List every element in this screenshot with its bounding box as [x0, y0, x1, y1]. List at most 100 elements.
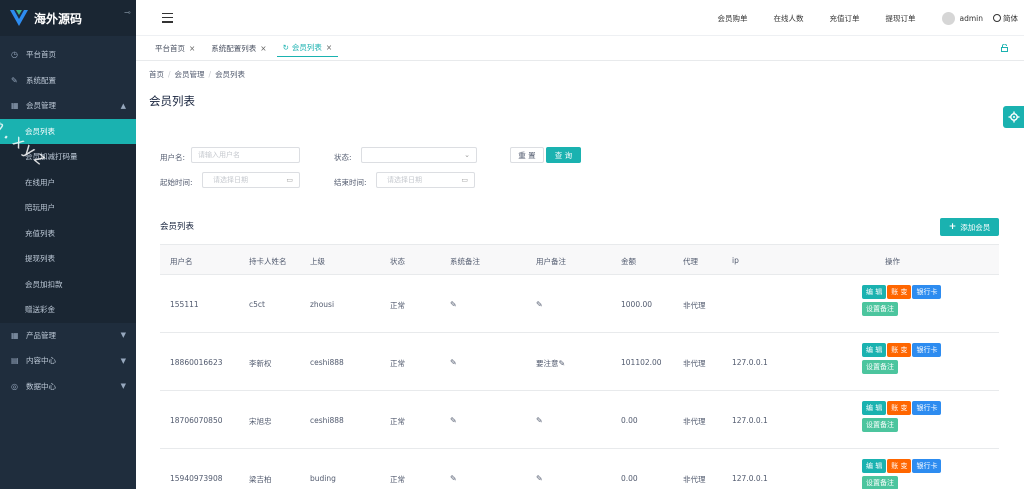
- lock-icon[interactable]: [1001, 43, 1008, 52]
- edit-button[interactable]: 编 辑: [862, 343, 887, 357]
- sidebar: 海外源码 ⊸ ◷ 平台首页 ✎ 系统配置 ▦ 会员管理 ▲ 会员列表 会员加减打…: [0, 0, 136, 489]
- cell-ip: 127.0.0.1: [732, 358, 768, 367]
- main-content: 首页 / 会员管理 / 会员列表 会员列表 用户名: 请输入用户名 状态: ⌄ 重 置 …: [136, 61, 1024, 489]
- breadcrumb-home[interactable]: 首页: [149, 70, 164, 79]
- sidebar-subitem-member-list[interactable]: 会员列表: [0, 118, 136, 144]
- tab-home[interactable]: 平台首页 ×: [149, 40, 201, 57]
- cell-amount: 0.00: [621, 474, 638, 483]
- close-icon[interactable]: ×: [260, 44, 266, 53]
- bank-card-button[interactable]: 银行卡: [912, 285, 942, 299]
- start-date-picker[interactable]: 请选择日期 ▭: [202, 172, 300, 188]
- logo[interactable]: 海外源码: [0, 0, 136, 36]
- header-link-member-orders[interactable]: 会员购单: [718, 13, 748, 24]
- cell-parent: buding: [310, 474, 336, 483]
- cell-parent: ceshi888: [310, 416, 344, 425]
- sidebar-item-content[interactable]: ▤ 内容中心 ▼: [0, 348, 136, 374]
- add-member-label: 添加会员: [960, 222, 991, 232]
- header-link-withdraw-orders[interactable]: 提现订单: [886, 13, 916, 24]
- row-actions: 编 辑账 变银行卡设置备注: [862, 459, 972, 489]
- clock-icon: ◷: [11, 50, 18, 60]
- set-note-button[interactable]: 设置备注: [862, 418, 898, 432]
- edit-system-note-icon[interactable]: ✎: [450, 416, 457, 425]
- edit-user-note-icon[interactable]: ✎: [536, 474, 543, 483]
- add-member-button[interactable]: + 添加会员: [940, 218, 999, 236]
- sidebar-item-label: 内容中心: [26, 356, 56, 366]
- sidebar-item-products[interactable]: ▦ 产品管理 ▼: [0, 323, 136, 349]
- set-note-button[interactable]: 设置备注: [862, 476, 898, 489]
- close-icon[interactable]: ×: [189, 44, 195, 53]
- header-link-online-count[interactable]: 在线人数: [774, 13, 804, 24]
- edit-button[interactable]: 编 辑: [862, 285, 887, 299]
- sidebar-item-label: 数据中心: [26, 381, 56, 391]
- account-change-button[interactable]: 账 变: [887, 343, 912, 357]
- edit-user-note-icon[interactable]: ✎: [536, 300, 543, 309]
- cell-username: 18706070850: [170, 416, 223, 425]
- breadcrumb-member-management[interactable]: 会员管理: [175, 70, 205, 79]
- col-agent: 代理: [683, 257, 698, 266]
- edit-user-note-icon[interactable]: ✎: [536, 416, 543, 425]
- bank-card-button[interactable]: 银行卡: [912, 343, 942, 357]
- set-note-button[interactable]: 设置备注: [862, 302, 898, 316]
- refresh-icon[interactable]: ↻: [283, 43, 289, 52]
- edit-system-note-icon[interactable]: ✎: [450, 474, 457, 483]
- cell-status: 正常: [390, 475, 405, 484]
- tab-system-config[interactable]: 系统配置列表 ×: [205, 40, 272, 57]
- cell-agent: 非代理: [683, 359, 706, 368]
- menu-toggle-icon[interactable]: [162, 12, 173, 23]
- calendar-icon: ▭: [461, 176, 468, 184]
- chevron-down-icon: ▼: [120, 382, 126, 391]
- account-change-button[interactable]: 账 变: [887, 285, 912, 299]
- table-row: 18860016623 李新权 ceshi888 正常 ✎ 要注意✎ 10110…: [160, 333, 999, 391]
- account-change-button[interactable]: 账 变: [887, 459, 912, 473]
- close-icon[interactable]: ×: [326, 43, 332, 52]
- bank-card-button[interactable]: 银行卡: [912, 401, 942, 415]
- cell-parent: zhousi: [310, 300, 335, 309]
- language-switch[interactable]: 简体: [993, 13, 1018, 24]
- sidebar-item-data[interactable]: ◎ 数据中心 ▼: [0, 374, 136, 400]
- row-actions: 编 辑账 变银行卡 设置备注: [862, 285, 972, 319]
- cell-cardholder: 梁吉柏: [249, 475, 272, 484]
- status-select[interactable]: ⌄: [361, 147, 477, 163]
- breadcrumb: 首页 / 会员管理 / 会员列表: [149, 70, 246, 79]
- sidebar-subitem-bet-adjust[interactable]: 会员加减打码量: [0, 144, 136, 170]
- cell-user-note: 要注意✎: [536, 358, 565, 369]
- sidebar-subitem-companion-users[interactable]: 陪玩用户: [0, 195, 136, 221]
- set-note-button[interactable]: 设置备注: [862, 360, 898, 374]
- edit-button[interactable]: 编 辑: [862, 459, 887, 473]
- edit-button[interactable]: 编 辑: [862, 401, 887, 415]
- edit-user-note-icon[interactable]: ✎: [559, 359, 566, 368]
- sidebar-subitem-balance-adjust[interactable]: 会员加扣款: [0, 272, 136, 298]
- table-row: 155111 c5ct zhousi 正常 ✎ ✎ 1000.00 非代理 编 …: [160, 275, 999, 333]
- bank-card-button[interactable]: 银行卡: [912, 459, 942, 473]
- cell-username: 15940973908: [170, 474, 223, 483]
- sidebar-item-member-management[interactable]: ▦ 会员管理 ▲: [0, 93, 136, 119]
- table-header: 用户名 持卡人姓名 上级 状态 系统备注 用户备注 金额 代理 ip 操作: [160, 245, 999, 275]
- avatar[interactable]: [941, 11, 955, 25]
- sidebar-subitem-withdraw-list[interactable]: 提现列表: [0, 246, 136, 272]
- query-button[interactable]: 查 询: [546, 147, 581, 163]
- username-input[interactable]: 请输入用户名: [191, 147, 300, 163]
- sidebar-subitem-online-users[interactable]: 在线用户: [0, 170, 136, 196]
- settings-gear-icon[interactable]: [1003, 106, 1024, 128]
- breadcrumb-current: 会员列表: [215, 70, 246, 79]
- tab-member-list[interactable]: ↻ 会员列表 ×: [276, 40, 339, 57]
- chevron-up-icon: ▲: [120, 101, 126, 110]
- reset-button[interactable]: 重 置: [510, 147, 544, 163]
- username[interactable]: admin: [960, 14, 984, 23]
- end-date-picker[interactable]: 请选择日期 ▭: [376, 172, 475, 188]
- row-actions: 编 辑账 变银行卡 设置备注: [862, 343, 972, 377]
- account-change-button[interactable]: 账 变: [887, 401, 912, 415]
- header-link-recharge-orders[interactable]: 充值订单: [830, 13, 860, 24]
- edit-system-note-icon[interactable]: ✎: [450, 358, 457, 367]
- language-label: 简体: [1003, 13, 1018, 23]
- sidebar-item-system-config[interactable]: ✎ 系统配置: [0, 68, 136, 94]
- sidebar-subitem-recharge-list[interactable]: 充值列表: [0, 221, 136, 247]
- collapse-icon[interactable]: ⊸: [124, 8, 131, 17]
- cell-ip: 127.0.0.1: [732, 474, 768, 483]
- sidebar-subitem-bonus[interactable]: 赠送彩金: [0, 297, 136, 323]
- tabs-bar: 平台首页 × 系统配置列表 × ↻ 会员列表 ×: [136, 36, 1024, 61]
- sidebar-item-home[interactable]: ◷ 平台首页: [0, 42, 136, 68]
- edit-system-note-icon[interactable]: ✎: [450, 300, 457, 309]
- cell-username: 18860016623: [170, 358, 223, 367]
- col-ip: ip: [732, 256, 739, 265]
